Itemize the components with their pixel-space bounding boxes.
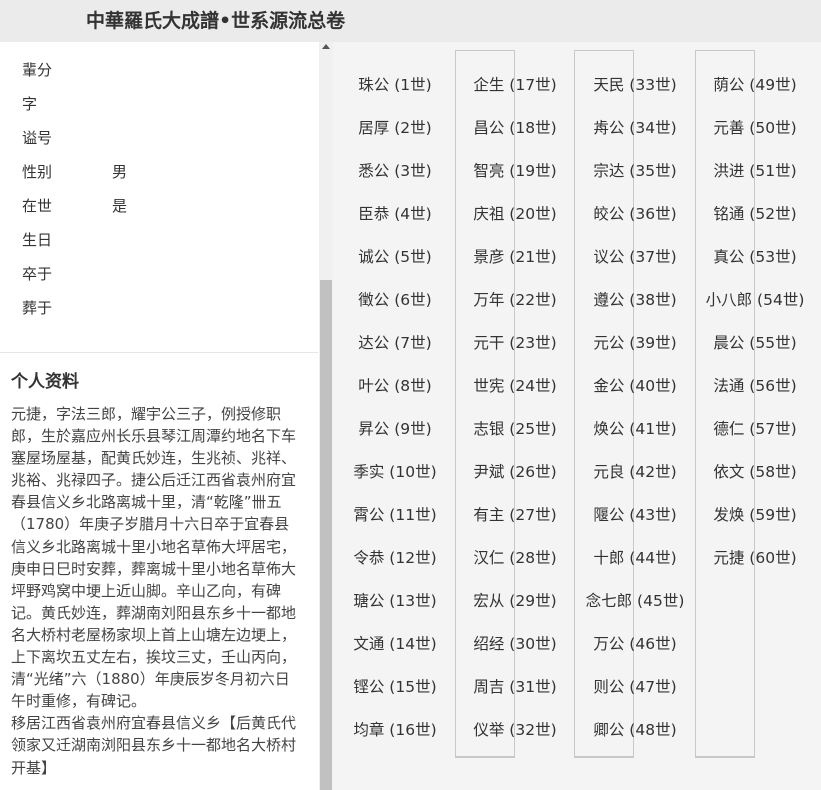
lineage-item[interactable]: 念七郎 (45世): [580, 589, 690, 611]
lineage-item[interactable]: 志银 (25世): [460, 417, 570, 439]
lineage-item[interactable]: 小八郎 (54世): [700, 288, 810, 310]
lineage-item[interactable]: 仪举 (32世): [460, 718, 570, 740]
field-living: 在世 是: [22, 195, 127, 216]
lineage-item[interactable]: 铿公 (15世): [340, 675, 450, 697]
lineage-item[interactable]: 徵公 (6世): [340, 288, 450, 310]
lineage-item[interactable]: 发焕 (59世): [700, 503, 810, 525]
lineage-item[interactable]: 荫公 (49世): [700, 73, 810, 95]
lineage-item[interactable]: 德仁 (57世): [700, 417, 810, 439]
lineage-item[interactable]: 歬公 (34世): [580, 116, 690, 138]
lineage-item[interactable]: 珠公 (1世): [340, 73, 450, 95]
field-birth: 生日: [22, 229, 52, 250]
section-divider: [0, 352, 318, 353]
lineage-item[interactable]: 晨公 (55世): [700, 331, 810, 353]
field-gender-label: 性别: [22, 163, 53, 181]
lineage-item[interactable]: 周吉 (31世): [460, 675, 570, 697]
lineage-item[interactable]: 天民 (33世): [580, 73, 690, 95]
lineage-item[interactable]: 智亮 (19世): [460, 159, 570, 181]
lineage-item[interactable]: 昌公 (18世): [460, 116, 570, 138]
lineage-item[interactable]: 臣恭 (4世): [340, 202, 450, 224]
person-info-panel: 輩分 字 谥号 性别 男 在世 是 生日 卒于 葬于 个人资料 元捷，字法三郎，…: [0, 42, 318, 790]
lineage-item[interactable]: 居厚 (2世): [340, 116, 450, 138]
lineage-item[interactable]: 宗达 (35世): [580, 159, 690, 181]
biography-paragraph: 元捷，字法三郎，耀宇公三子，例授修职郎，生於嘉应州长乐县琴江周潭约地名下车塞屋场…: [11, 405, 297, 711]
field-courtesy-name-label: 字: [22, 95, 38, 113]
lineage-item[interactable]: 宏从 (29世): [460, 589, 570, 611]
lineage-item[interactable]: 尹斌 (26世): [460, 460, 570, 482]
field-generation-label: 輩分: [22, 61, 53, 79]
lineage-item[interactable]: 世宪 (24世): [460, 374, 570, 396]
lineage-item[interactable]: 达公 (7世): [340, 331, 450, 353]
field-gender-value: 男: [112, 163, 128, 181]
lineage-item[interactable]: 万公 (46世): [580, 632, 690, 654]
lineage-item[interactable]: 霄公 (11世): [340, 503, 450, 525]
lineage-item[interactable]: 庆祖 (20世): [460, 202, 570, 224]
lineage-item[interactable]: 铭通 (52世): [700, 202, 810, 224]
lineage-item[interactable]: 隁公 (43世): [580, 503, 690, 525]
lineage-item[interactable]: 洪进 (51世): [700, 159, 810, 181]
scroll-up-arrow-icon[interactable]: [322, 44, 330, 49]
lineage-item[interactable]: 叶公 (8世): [340, 374, 450, 396]
field-burial: 葬于: [22, 297, 52, 318]
left-panel-scrollbar[interactable]: [319, 42, 333, 790]
biography-text: 元捷，字法三郎，耀宇公三子，例授修职郎，生於嘉应州长乐县琴江周潭约地名下车塞屋场…: [11, 403, 303, 779]
lineage-item[interactable]: 元捷 (60世): [700, 546, 810, 568]
lineage-item[interactable]: 万年 (22世): [460, 288, 570, 310]
field-living-value: 是: [112, 197, 128, 215]
section-title-profile: 个人资料: [11, 372, 79, 392]
page-title: 中華羅氏大成譜•世系源流总卷: [86, 10, 346, 32]
lineage-item[interactable]: 卿公 (48世): [580, 718, 690, 740]
lineage-item[interactable]: 悉公 (3世): [340, 159, 450, 181]
lineage-item[interactable]: 昇公 (9世): [340, 417, 450, 439]
lineage-item[interactable]: 景彦 (21世): [460, 245, 570, 267]
lineage-item[interactable]: 法通 (56世): [700, 374, 810, 396]
field-courtesy-name: 字: [22, 93, 37, 114]
lineage-item[interactable]: 皎公 (36世): [580, 202, 690, 224]
column-bracket: [695, 50, 755, 758]
field-posthumous-name-label: 谥号: [22, 129, 53, 147]
lineage-item[interactable]: 议公 (37世): [580, 245, 690, 267]
biography-paragraph: 移居江西省袁州府宜春县信义乡【后黄氏代领家又迁湖南浏阳县东乡十一都地名大桥村开基…: [11, 714, 297, 777]
lineage-item[interactable]: 真公 (53世): [700, 245, 810, 267]
lineage-item[interactable]: 汉仁 (28世): [460, 546, 570, 568]
lineage-item[interactable]: 令恭 (12世): [340, 546, 450, 568]
field-posthumous-name: 谥号: [22, 127, 52, 148]
lineage-item[interactable]: 季实 (10世): [340, 460, 450, 482]
field-burial-label: 葬于: [22, 299, 53, 317]
lineage-item[interactable]: 诚公 (5世): [340, 245, 450, 267]
lineage-item[interactable]: 元干 (23世): [460, 331, 570, 353]
lineage-item[interactable]: 十郎 (44世): [580, 546, 690, 568]
field-birth-label: 生日: [22, 231, 53, 249]
lineage-item[interactable]: 焕公 (41世): [580, 417, 690, 439]
lineage-panel: 珠公 (1世) 居厚 (2世) 悉公 (3世) 臣恭 (4世) 诚公 (5世) 徵公 (6…: [333, 42, 821, 790]
lineage-item[interactable]: 遵公 (38世): [580, 288, 690, 310]
lineage-item[interactable]: 文通 (14世): [340, 632, 450, 654]
lineage-item[interactable]: 金公 (40世): [580, 374, 690, 396]
field-living-label: 在世: [22, 197, 53, 215]
field-generation: 輩分: [22, 59, 52, 80]
lineage-item[interactable]: 均章 (16世): [340, 718, 450, 740]
field-gender: 性别 男: [22, 161, 127, 182]
header-bar: 中華羅氏大成譜•世系源流总卷: [0, 0, 821, 42]
lineage-item[interactable]: 依文 (58世): [700, 460, 810, 482]
lineage-item[interactable]: 元善 (50世): [700, 116, 810, 138]
field-death: 卒于: [22, 263, 52, 284]
lineage-item[interactable]: 则公 (47世): [580, 675, 690, 697]
lineage-item[interactable]: 瑭公 (13世): [340, 589, 450, 611]
lineage-item[interactable]: 元良 (42世): [580, 460, 690, 482]
lineage-item[interactable]: 绍经 (30世): [460, 632, 570, 654]
scroll-thumb[interactable]: [320, 280, 332, 790]
field-death-label: 卒于: [22, 265, 53, 283]
lineage-item[interactable]: 有主 (27世): [460, 503, 570, 525]
lineage-item[interactable]: 元公 (39世): [580, 331, 690, 353]
lineage-item[interactable]: 企生 (17世): [460, 73, 570, 95]
